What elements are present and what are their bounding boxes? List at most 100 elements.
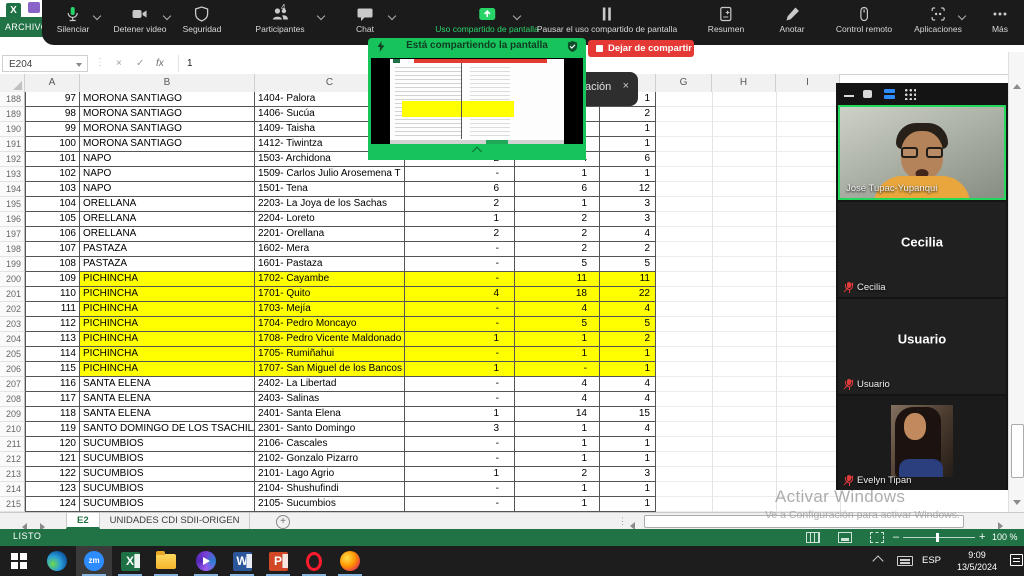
language-indicator[interactable]: ESP — [922, 555, 941, 566]
cell-d[interactable]: - — [405, 317, 515, 332]
cell-canton[interactable]: 1703- Mejía — [255, 302, 405, 317]
select-all-corner[interactable] — [0, 74, 25, 92]
taskbar-start-icon[interactable] — [8, 550, 30, 572]
cell-f[interactable]: 1 — [600, 482, 656, 497]
sheet-tab-unidades-cdi-sdii-origen[interactable]: UNIDADES CDI SDII-ORIGEN — [100, 513, 251, 529]
cell-num[interactable]: 121 — [25, 452, 80, 467]
cell-f[interactable]: 4 — [600, 392, 656, 407]
cell-num[interactable]: 103 — [25, 182, 80, 197]
cell-num[interactable]: 101 — [25, 152, 80, 167]
empty-cells[interactable] — [656, 257, 840, 272]
row-header[interactable]: 194 — [0, 182, 25, 197]
cell-province[interactable]: SUCUMBIOS — [80, 482, 255, 497]
row-header[interactable]: 210 — [0, 422, 25, 437]
cell-num[interactable]: 98 — [25, 107, 80, 122]
zoom-slider-thumb[interactable] — [936, 533, 939, 542]
taskbar-excel-icon[interactable]: X — [119, 550, 141, 572]
row-header[interactable]: 203 — [0, 317, 25, 332]
empty-cells[interactable] — [656, 92, 840, 107]
row-header[interactable]: 214 — [0, 482, 25, 497]
cell-province[interactable]: SANTA ELENA — [80, 407, 255, 422]
cell-d[interactable]: - — [405, 242, 515, 257]
cell-num[interactable]: 117 — [25, 392, 80, 407]
cell-province[interactable]: NAPO — [80, 182, 255, 197]
cell-num[interactable]: 102 — [25, 167, 80, 182]
cell-d[interactable]: 1 — [405, 212, 515, 227]
cell-e[interactable]: 2 — [515, 212, 600, 227]
cell-province[interactable]: PICHINCHA — [80, 362, 255, 377]
column-header-G[interactable]: G — [656, 74, 712, 92]
empty-cells[interactable] — [656, 437, 840, 452]
cell-e[interactable]: 1 — [515, 497, 600, 512]
cell-num[interactable]: 112 — [25, 317, 80, 332]
cell-f[interactable]: 4 — [600, 302, 656, 317]
cell-canton[interactable]: 2301- Santo Domingo — [255, 422, 405, 437]
cell-e[interactable]: 18 — [515, 287, 600, 302]
toolbar-item-video[interactable]: Detener video — [114, 0, 167, 45]
cell-num[interactable]: 114 — [25, 347, 80, 362]
cell-canton[interactable]: 1705- Rumiñahui — [255, 347, 405, 362]
chevron-down-icon[interactable] — [388, 12, 396, 20]
row-header[interactable]: 196 — [0, 212, 25, 227]
cell-canton[interactable]: 2101- Lago Agrio — [255, 467, 405, 482]
cell-num[interactable]: 118 — [25, 407, 80, 422]
normal-view-icon[interactable] — [806, 532, 820, 543]
cell-province[interactable]: SUCUMBIOS — [80, 437, 255, 452]
cell-e[interactable]: 6 — [515, 182, 600, 197]
zoom-level[interactable]: 100 % — [992, 532, 1018, 542]
cell-e[interactable]: 2 — [515, 467, 600, 482]
row-header[interactable]: 199 — [0, 257, 25, 272]
page-break-view-icon[interactable] — [870, 532, 884, 543]
cell-f[interactable]: 4 — [600, 422, 656, 437]
chevron-down-icon[interactable] — [317, 12, 325, 20]
restore-view-icon[interactable] — [863, 90, 872, 98]
empty-cells[interactable] — [656, 347, 840, 362]
row-header[interactable]: 189 — [0, 107, 25, 122]
cell-province[interactable]: MORONA SANTIAGO — [80, 92, 255, 107]
cell-d[interactable]: - — [405, 347, 515, 362]
formula-input[interactable]: 1 — [178, 55, 1004, 72]
cell-province[interactable]: PICHINCHA — [80, 287, 255, 302]
preview-collapse-strip[interactable] — [371, 144, 583, 157]
cell-province[interactable]: SANTA ELENA — [80, 392, 255, 407]
cell-d[interactable]: - — [405, 272, 515, 287]
cell-province[interactable]: PICHINCHA — [80, 272, 255, 287]
cell-e[interactable]: 4 — [515, 302, 600, 317]
empty-cells[interactable] — [656, 377, 840, 392]
video-tile-evelyn-tipan[interactable]: Evelyn Tipan — [838, 396, 1006, 490]
empty-cells[interactable] — [656, 197, 840, 212]
cell-canton[interactable]: 1602- Mera — [255, 242, 405, 257]
share-preview-window[interactable] — [368, 55, 586, 160]
cell-e[interactable]: 1 — [515, 347, 600, 362]
empty-cells[interactable] — [656, 407, 840, 422]
empty-cells[interactable] — [656, 302, 840, 317]
row-header[interactable]: 193 — [0, 167, 25, 182]
row-header[interactable]: 191 — [0, 137, 25, 152]
cell-num[interactable]: 119 — [25, 422, 80, 437]
row-header[interactable]: 195 — [0, 197, 25, 212]
cell-canton[interactable]: 1501- Tena — [255, 182, 405, 197]
tab-splitter[interactable]: ⋮ — [618, 516, 627, 527]
row-header[interactable]: 208 — [0, 392, 25, 407]
cell-province[interactable]: MORONA SANTIAGO — [80, 137, 255, 152]
toolbar-item-annotate[interactable]: Anotar — [779, 0, 804, 45]
column-header-A[interactable]: A — [25, 74, 80, 92]
row-header[interactable]: 205 — [0, 347, 25, 362]
close-icon[interactable]: × — [623, 80, 629, 92]
name-box-dropdown-icon[interactable] — [76, 63, 82, 67]
empty-cells[interactable] — [656, 107, 840, 122]
cell-province[interactable]: PICHINCHA — [80, 332, 255, 347]
cell-canton[interactable]: 2403- Salinas — [255, 392, 405, 407]
cell-d[interactable]: - — [405, 497, 515, 512]
cell-num[interactable]: 115 — [25, 362, 80, 377]
row-header[interactable]: 207 — [0, 377, 25, 392]
taskbar-zoom-icon[interactable]: zm — [83, 550, 105, 572]
empty-cells[interactable] — [656, 272, 840, 287]
sheet-tab-e2[interactable]: E2 — [66, 513, 100, 529]
cell-d[interactable]: - — [405, 377, 515, 392]
cell-d[interactable]: - — [405, 452, 515, 467]
cell-e[interactable]: 4 — [515, 377, 600, 392]
cell-province[interactable]: NAPO — [80, 167, 255, 182]
empty-cells[interactable] — [656, 497, 840, 512]
empty-cells[interactable] — [656, 167, 840, 182]
